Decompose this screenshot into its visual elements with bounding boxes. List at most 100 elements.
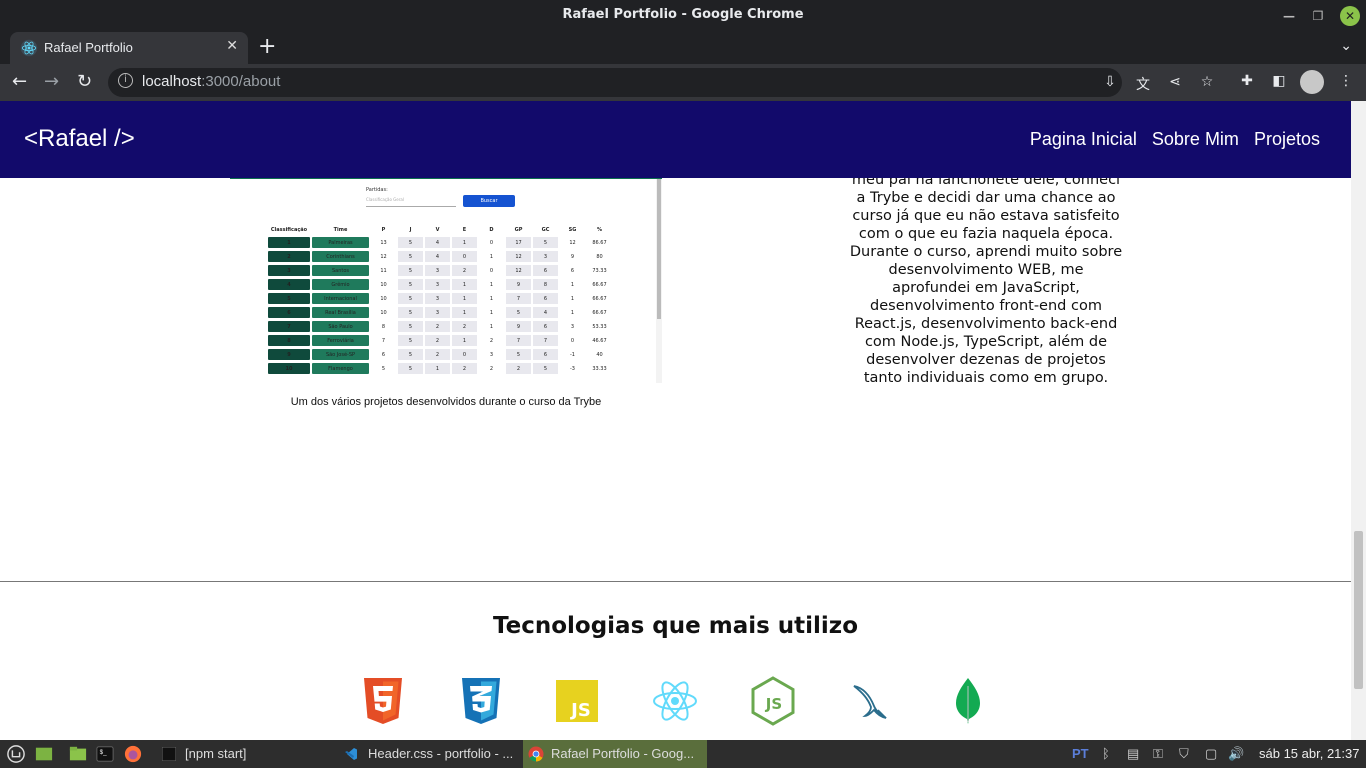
nav-link-home[interactable]: Pagina Inicial (1030, 129, 1137, 149)
standings-header-cell: SG (568, 227, 577, 233)
system-taskbar: $_ [npm start] Header.css - portfolio - … (0, 740, 1366, 768)
files-folder-icon[interactable] (68, 745, 88, 763)
standings-cell: 4 (533, 307, 558, 318)
page-scrollbar[interactable] (1351, 101, 1366, 740)
taskbar-app-vscode[interactable]: Header.css - portfolio - ... (340, 740, 522, 768)
svg-text:$_: $_ (100, 749, 108, 756)
standings-team-cell: Grêmio (312, 279, 369, 290)
standings-cell: 53.33 (587, 321, 612, 332)
standings-cell: 10 (371, 293, 396, 304)
standings-header-cell: Classificação (270, 227, 308, 233)
bookmark-star-icon[interactable]: ☆ (1198, 74, 1216, 90)
standings-cell: -1 (560, 349, 585, 360)
standings-cell: 3 (425, 307, 450, 318)
standings-team-cell: Flamengo (312, 363, 369, 374)
standings-cell: 7 (506, 335, 531, 346)
nav-link-about[interactable]: Sobre Mim (1152, 129, 1239, 149)
site-nav: Pagina Inicial Sobre Mim Projetos (1020, 129, 1320, 150)
update-manager-icon[interactable]: ⚿ (1153, 746, 1163, 762)
shield-icon[interactable]: ⛉ (1179, 746, 1189, 762)
back-arrow-icon[interactable]: ← (12, 72, 27, 92)
standings-cell: 1 (479, 307, 504, 318)
taskbar-app-chrome[interactable]: Rafael Portfolio - Goog... (523, 740, 707, 768)
install-app-icon[interactable]: ⇩ (1101, 74, 1119, 90)
standings-cell: 6 (371, 349, 396, 360)
site-logo[interactable]: <Rafael /> (24, 125, 135, 153)
standings-header-cell: Time (333, 227, 348, 233)
battery-icon[interactable]: ▢ (1205, 746, 1217, 762)
extensions-puzzle-icon[interactable]: ✚ (1238, 73, 1256, 89)
page-scroll-thumb[interactable] (1354, 531, 1363, 689)
project-filter-select: Classificação Geral (366, 197, 456, 207)
standings-team-cell: Santos (312, 265, 369, 276)
mint-menu-icon[interactable] (6, 745, 26, 763)
standings-cell: 2 (452, 265, 477, 276)
firefox-icon[interactable] (123, 745, 143, 763)
section-divider (0, 581, 1351, 582)
standings-cell: 3 (425, 293, 450, 304)
share-icon[interactable]: ⋖ (1166, 74, 1184, 90)
clipboard-icon[interactable]: ▤ (1127, 746, 1139, 762)
screenshot-scroll-thumb (657, 179, 661, 319)
bluetooth-icon[interactable]: ᛒ (1102, 746, 1110, 761)
standings-cell: 1 (425, 363, 450, 374)
standings-cell: 9 (268, 349, 310, 360)
about-text-line: com Node.js, TypeScript, além de (864, 334, 1108, 350)
standings-cell: 5 (398, 363, 423, 374)
address-bar[interactable]: i localhost:3000/about ⇩ ⽂ ⋖ ☆ (108, 68, 1213, 97)
about-text-line: a Trybe e decidi dar uma chance ao (856, 190, 1116, 206)
standings-cell: 40 (587, 349, 612, 360)
show-desktop-icon[interactable] (34, 745, 54, 763)
window-titlebar: Rafael Portfolio - Google Chrome — ❐ ✕ (0, 0, 1366, 32)
standings-row: 5 Internacional 10 5 3 1 1 7 6 1 66.67 (268, 293, 612, 304)
side-panel-icon[interactable]: ◧ (1270, 73, 1288, 89)
minimize-icon[interactable]: — (1279, 6, 1299, 26)
tab-close-icon[interactable]: ✕ (226, 38, 238, 54)
standings-cell: 5 (268, 293, 310, 304)
new-tab-button[interactable]: + (258, 36, 276, 58)
standings-cell: 5 (533, 363, 558, 374)
standings-row: 6 Real Brasília 10 5 3 1 1 5 4 1 66.67 (268, 307, 612, 318)
standings-row: 8 Ferroviária 7 5 2 1 2 7 7 0 46.67 (268, 335, 612, 346)
standings-cell: 4 (425, 251, 450, 262)
tab-search-chevron-icon[interactable]: ⌄ (1340, 38, 1352, 54)
close-window-icon[interactable]: ✕ (1340, 6, 1360, 26)
taskbar-app-terminal[interactable]: [npm start] (158, 740, 330, 768)
standings-cell: 1 (479, 293, 504, 304)
standings-cell: 12 (371, 251, 396, 262)
standings-row: 1 Palmeiras 13 5 4 1 0 17 5 12 86.67 (268, 237, 612, 248)
profile-avatar[interactable] (1300, 70, 1324, 94)
keyboard-layout-indicator[interactable]: PT (1072, 746, 1089, 761)
site-header: <Rafael /> Pagina Inicial Sobre Mim Proj… (0, 101, 1351, 178)
browser-toolbar: ← → ↻ i localhost:3000/about ⇩ ⽂ ⋖ ☆ ✚ ◧… (0, 64, 1366, 101)
about-text-line: com o que eu fazia naquela época. (858, 226, 1114, 242)
taskbar-clock[interactable]: sáb 15 abr, 21:37 (1259, 746, 1359, 761)
standings-team-cell: Internacional (312, 293, 369, 304)
standings-team-cell: Corinthians (312, 251, 369, 262)
reload-icon[interactable]: ↻ (77, 72, 92, 92)
standings-cell: 5 (533, 237, 558, 248)
standings-cell: 6 (268, 307, 310, 318)
volume-icon[interactable]: 🔊 (1228, 746, 1244, 762)
standings-cell: 1 (268, 237, 310, 248)
about-text-line: React.js, desenvolvimento back-end (854, 316, 1118, 332)
standings-cell: 8 (533, 279, 558, 290)
project-caption: Um dos vários projetos desenvolvidos dur… (290, 396, 602, 408)
tab-rafael-portfolio[interactable]: Rafael Portfolio ✕ (10, 32, 248, 64)
browser-menu-icon[interactable]: ⋮ (1337, 73, 1355, 89)
svg-text:JS: JS (569, 700, 591, 721)
maximize-icon[interactable]: ❐ (1308, 6, 1328, 26)
standings-cell: 2 (268, 251, 310, 262)
standings-row: 4 Grêmio 10 5 3 1 1 9 8 1 66.67 (268, 279, 612, 290)
standings-header-cell: GP (514, 227, 523, 233)
about-text-line: tanto individuais como em grupo. (863, 370, 1109, 386)
standings-cell: 3 (533, 251, 558, 262)
translate-icon[interactable]: ⽂ (1134, 74, 1152, 94)
screenshot-scrollbar (656, 179, 662, 383)
forward-arrow-icon[interactable]: → (44, 72, 59, 92)
standings-cell: 5 (506, 307, 531, 318)
nav-link-projects[interactable]: Projetos (1254, 129, 1320, 149)
standings-cell: 7 (506, 293, 531, 304)
terminal-icon[interactable]: $_ (95, 745, 115, 763)
site-info-icon[interactable]: i (118, 73, 133, 88)
